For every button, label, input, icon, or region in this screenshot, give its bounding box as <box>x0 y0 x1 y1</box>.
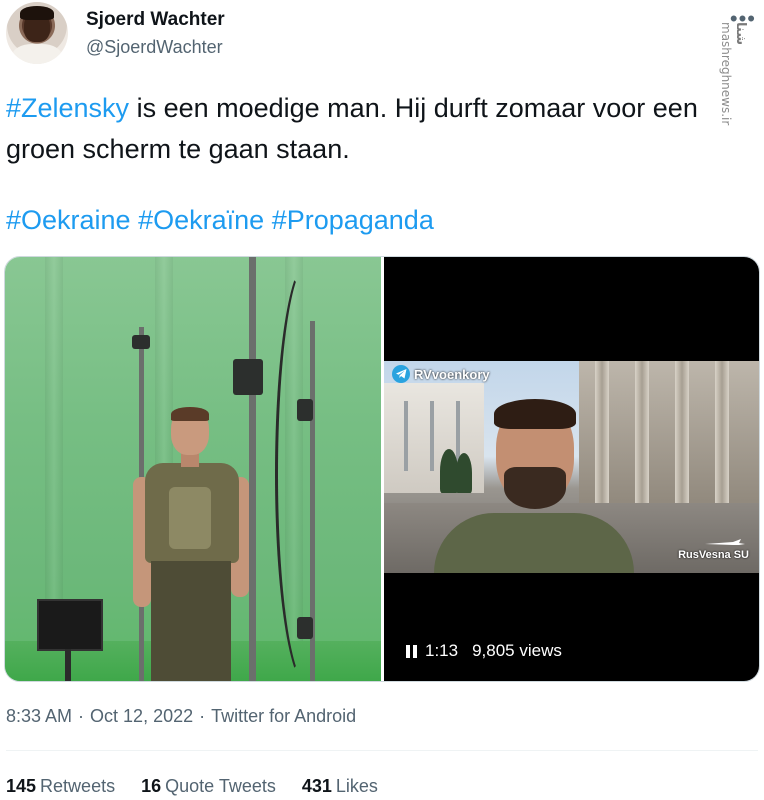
light-stand-head <box>233 359 263 395</box>
display-name[interactable]: Sjoerd Wachter <box>86 8 225 32</box>
divider <box>6 750 758 751</box>
figure-beard <box>504 467 566 509</box>
channel-badge: RVvoenkory <box>392 365 490 383</box>
figure-hair <box>494 399 576 429</box>
figure-body <box>434 513 634 573</box>
tweet-meta: 8:33 AM · Oct 12, 2022 · Twitter for Android <box>6 706 356 727</box>
tweet-stats: 145 Retweets 16 Quote Tweets 431 Likes <box>6 776 378 797</box>
likes-label: Likes <box>335 776 378 796</box>
media-container: RVvoenkory RusVesna SU 1:13 9,805 views <box>4 256 760 682</box>
figure-pants <box>151 561 231 681</box>
retweets-stat[interactable]: 145 Retweets <box>6 776 115 797</box>
tweet-source[interactable]: Twitter for Android <box>211 706 356 726</box>
cable <box>275 261 341 681</box>
tweet-header: Sjoerd Wachter @SjoerdWachter <box>6 2 225 64</box>
video-player[interactable]: RVvoenkory RusVesna SU 1:13 9,805 views <box>384 257 759 681</box>
video-frame <box>384 361 759 573</box>
light-stand-head <box>132 335 150 349</box>
likes-stat[interactable]: 431 Likes <box>302 776 378 797</box>
user-handle[interactable]: @SjoerdWachter <box>86 36 225 59</box>
watermark-logo: شنا <box>733 22 748 45</box>
tweet-text: #Zelensky is een moedige man. Hij durft … <box>6 88 736 170</box>
telegram-icon <box>392 365 410 383</box>
video-controls: 1:13 9,805 views <box>406 641 562 661</box>
meta-separator: · <box>78 706 85 726</box>
building-column <box>635 361 649 511</box>
video-duration: 1:13 <box>425 641 459 660</box>
field-monitor <box>37 599 103 651</box>
photo-green-screen[interactable] <box>5 257 381 681</box>
quote-tweets-stat[interactable]: 16 Quote Tweets <box>141 776 276 797</box>
figure-shirt-print <box>169 487 211 549</box>
building-column <box>715 361 729 511</box>
tweet-card: Sjoerd Wachter @SjoerdWachter ••• شنا ma… <box>0 0 764 800</box>
pause-icon[interactable] <box>406 644 417 658</box>
tweet-date[interactable]: Oct 12, 2022 <box>90 706 193 726</box>
avatar[interactable] <box>6 2 68 64</box>
person-figure <box>131 407 251 681</box>
meta-separator: · <box>199 706 206 726</box>
hashtag-link[interactable]: #Zelensky <box>6 93 129 123</box>
building-column <box>675 361 689 511</box>
figure-hair <box>171 407 209 421</box>
video-corner-watermark: RusVesna SU <box>678 549 749 561</box>
channel-label: RVvoenkory <box>414 366 490 382</box>
hashtag-link[interactable]: #Oekraine <box>6 205 131 235</box>
plane-icon <box>705 539 745 545</box>
hashtags-line: #Oekraine #Oekraïne #Propaganda <box>6 200 434 241</box>
avatar-shirt <box>12 44 62 64</box>
hashtag-link[interactable]: #Oekraïne <box>138 205 264 235</box>
quote-tweets-label: Quote Tweets <box>165 776 276 796</box>
likes-count: 431 <box>301 776 332 796</box>
video-views: 9,805 views <box>472 641 562 660</box>
avatar-hair <box>20 6 54 20</box>
monitor-stand <box>65 649 71 681</box>
retweets-count: 145 <box>6 776 37 796</box>
quote-tweets-count: 16 <box>141 776 162 796</box>
retweets-label: Retweets <box>40 776 116 796</box>
author-names: Sjoerd Wachter @SjoerdWachter <box>86 8 225 58</box>
hashtag-link[interactable]: #Propaganda <box>272 205 434 235</box>
person-figure <box>434 399 634 573</box>
tweet-time[interactable]: 8:33 AM <box>6 706 72 726</box>
building-window <box>404 401 408 471</box>
